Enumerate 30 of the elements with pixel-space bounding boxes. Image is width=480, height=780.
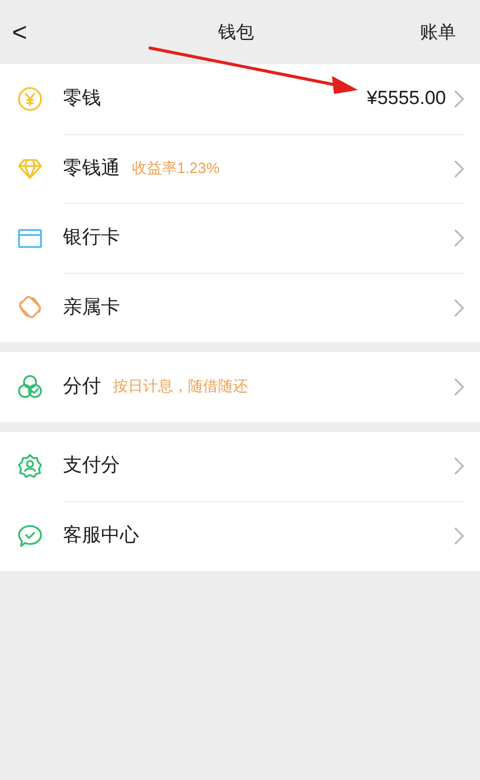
item-label: 零钱 — [63, 86, 101, 110]
bills-button[interactable]: 账单 — [420, 18, 468, 46]
menu-item[interactable]: 零钱通 收益率1.23% — [0, 134, 480, 203]
balance-amount: ¥5555.00 — [366, 86, 446, 110]
chevron-icon — [454, 298, 464, 317]
item-label: 分付 — [63, 374, 101, 398]
badge-icon — [16, 452, 44, 480]
item-label: 零钱通 — [63, 156, 120, 180]
item-label: 银行卡 — [63, 226, 120, 250]
chevron-icon — [454, 229, 464, 248]
chevron-icon — [454, 457, 464, 476]
menu-item[interactable]: 亲属卡 — [0, 272, 480, 342]
menu-item[interactable]: 分付 按日计息，随借随还 — [0, 352, 480, 422]
menu-item[interactable]: 银行卡 — [0, 203, 480, 272]
page-title: 钱包 — [218, 21, 254, 44]
menu-item[interactable]: 支付分 — [0, 432, 480, 501]
coin-icon — [16, 84, 44, 113]
item-label: 客服中心 — [63, 524, 139, 548]
item-note: 按日计息，随借随还 — [113, 376, 248, 396]
chevron-icon — [454, 378, 464, 396]
chevron-icon — [454, 90, 464, 108]
back-button[interactable]: < — [12, 12, 52, 52]
chevron-icon — [454, 527, 464, 546]
item-label: 支付分 — [63, 454, 120, 478]
menu-item[interactable]: 客服中心 — [0, 501, 480, 570]
item-label: 亲属卡 — [63, 296, 120, 320]
menu-item[interactable]: 零钱 ¥5555.00 — [0, 64, 480, 134]
item-note: 收益率1.23% — [132, 158, 220, 178]
circles-icon — [16, 372, 44, 401]
chevron-icon — [454, 160, 464, 178]
